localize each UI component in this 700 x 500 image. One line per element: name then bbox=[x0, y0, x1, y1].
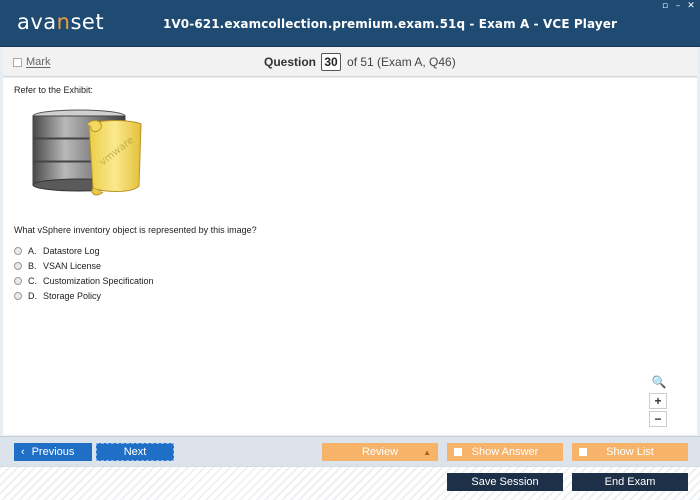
checkbox-icon bbox=[579, 448, 587, 456]
option-letter: A. bbox=[28, 245, 37, 256]
show-answer-label: Show Answer bbox=[471, 446, 539, 458]
option-d[interactable]: D. Storage Policy bbox=[14, 288, 154, 303]
radio-c[interactable] bbox=[14, 276, 22, 285]
question-number-input[interactable]: 30 bbox=[321, 53, 342, 71]
review-label: Review bbox=[361, 446, 399, 458]
restore-icon[interactable]: ▫ bbox=[660, 1, 670, 11]
option-a[interactable]: A. Datastore Log bbox=[14, 243, 154, 258]
question-indicator: Question 30 of 51 (Exam A, Q46) bbox=[264, 53, 456, 71]
zoom-out-button[interactable]: − bbox=[649, 411, 667, 427]
option-letter: C. bbox=[28, 275, 37, 286]
checkbox-icon bbox=[454, 448, 462, 456]
question-text: What vSphere inventory object is represe… bbox=[14, 225, 257, 235]
title-bar: avanset 1V0-621.examcollection.premium.e… bbox=[0, 0, 700, 47]
window-title: 1V0-621.examcollection.premium.exam.51q … bbox=[162, 17, 618, 31]
end-exam-button[interactable]: End Exam bbox=[572, 473, 688, 491]
option-b[interactable]: B. VSAN License bbox=[14, 258, 154, 273]
save-session-button[interactable]: Save Session bbox=[447, 473, 563, 491]
radio-b[interactable] bbox=[14, 261, 22, 270]
radio-d[interactable] bbox=[14, 291, 22, 300]
option-text: VSAN License bbox=[43, 260, 102, 271]
zoom-controls: 🔍 + − bbox=[649, 375, 669, 427]
review-button[interactable]: Review ▲ bbox=[322, 443, 438, 461]
mark-checkbox[interactable]: Mark bbox=[13, 56, 50, 68]
option-text: Storage Policy bbox=[43, 290, 102, 301]
navigation-bar: ‹ Previous Next Review ▲ Show Answer Sho… bbox=[0, 436, 700, 466]
mark-label: Mark bbox=[26, 56, 51, 68]
option-letter: D. bbox=[28, 290, 37, 301]
question-count: of 51 (Exam A, Q46) bbox=[347, 55, 456, 69]
question-header: Mark Question 30 of 51 (Exam A, Q46) bbox=[3, 47, 697, 77]
exhibit-image: vmware bbox=[31, 108, 147, 200]
answer-options: A. Datastore Log B. VSAN License C. Cust… bbox=[14, 243, 154, 303]
previous-label: Previous bbox=[31, 446, 75, 458]
next-button[interactable]: Next bbox=[96, 443, 174, 461]
option-c[interactable]: C. Customization Specification bbox=[14, 273, 154, 288]
option-text: Datastore Log bbox=[43, 245, 100, 256]
previous-button[interactable]: ‹ Previous bbox=[14, 443, 92, 461]
show-list-button[interactable]: Show List bbox=[572, 443, 688, 461]
datastore-log-icon bbox=[32, 109, 142, 196]
next-label: Next bbox=[123, 446, 147, 458]
question-content: Refer to the Exhibit: vmware What vSpher… bbox=[3, 78, 697, 435]
triangle-up-icon: ▲ bbox=[423, 447, 431, 457]
option-letter: B. bbox=[28, 260, 37, 271]
show-answer-button[interactable]: Show Answer bbox=[447, 443, 563, 461]
question-label: Question bbox=[264, 55, 317, 69]
option-text: Customization Specification bbox=[43, 275, 154, 286]
magnifier-icon[interactable]: 🔍 bbox=[649, 375, 669, 391]
footer-bar: Save Session End Exam bbox=[0, 466, 700, 500]
close-icon[interactable]: ✕ bbox=[686, 1, 696, 11]
show-list-label: Show List bbox=[606, 446, 654, 458]
chevron-left-icon: ‹ bbox=[21, 446, 25, 458]
zoom-in-button[interactable]: + bbox=[649, 393, 667, 409]
window-controls: ▫ – ✕ bbox=[660, 1, 696, 11]
mark-checkbox-box[interactable] bbox=[13, 57, 22, 67]
minimize-icon[interactable]: – bbox=[673, 1, 683, 11]
radio-a[interactable] bbox=[14, 246, 22, 255]
refer-text: Refer to the Exhibit: bbox=[14, 85, 94, 95]
